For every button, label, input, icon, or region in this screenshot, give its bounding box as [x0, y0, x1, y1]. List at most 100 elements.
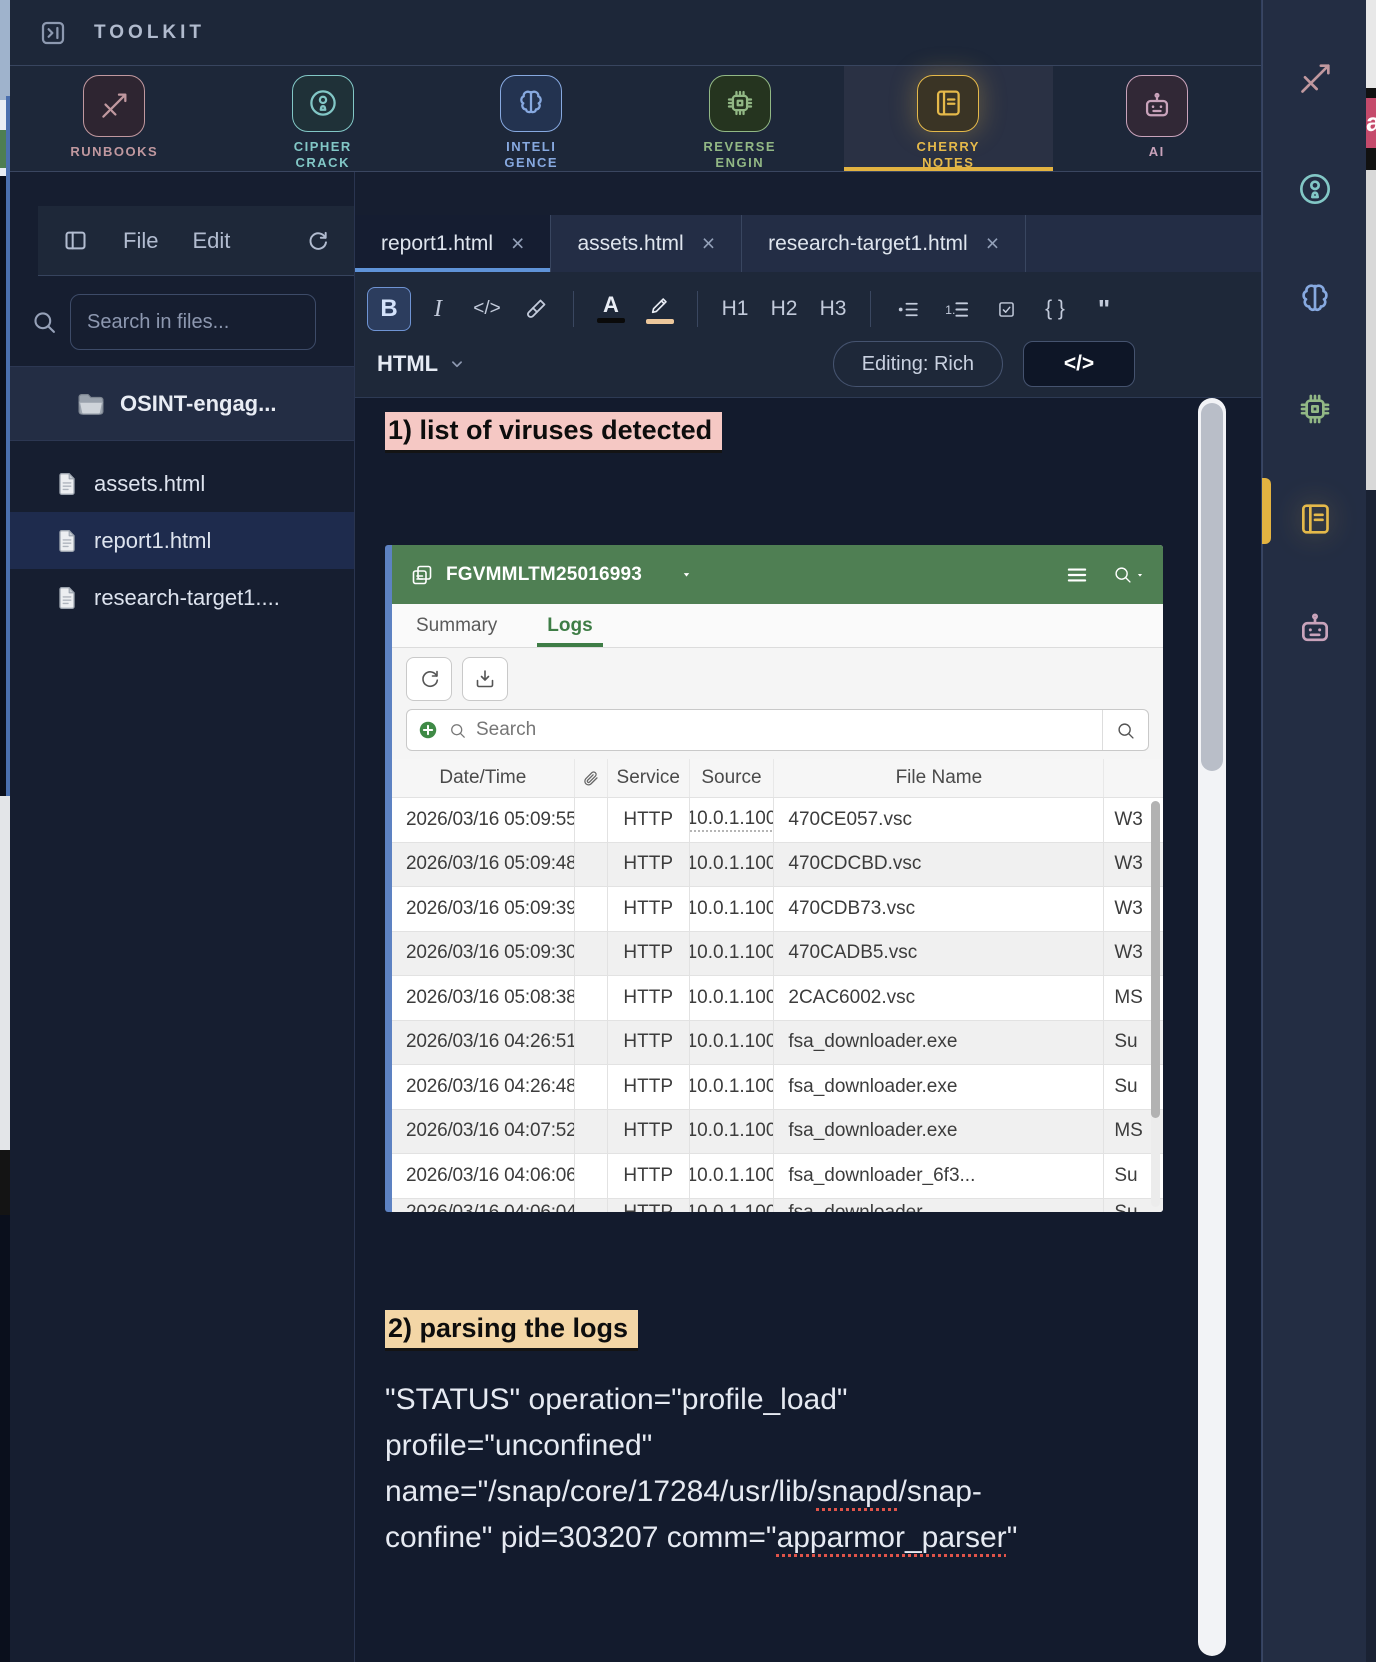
rail-item-inteligence[interactable] [1294, 278, 1336, 320]
rail-item-cipher-crack[interactable] [1294, 168, 1336, 210]
fortinet-tab-summary: Summary [412, 604, 501, 647]
brain-icon-card [500, 75, 562, 132]
rail-item-reverse-engin[interactable] [1294, 388, 1336, 430]
tool-tab-cherry-notes[interactable]: CHERRY NOTES [844, 66, 1053, 171]
bullet-list-button[interactable] [886, 287, 930, 331]
heading2-button[interactable]: H2 [762, 287, 806, 331]
cell-service: HTTP [608, 975, 690, 1020]
checklist-button[interactable] [984, 287, 1028, 331]
highlight-color-swatch [646, 319, 674, 324]
cell-filename: fsa_downloader.exe [774, 1109, 1104, 1154]
code-block-button[interactable]: { } [1033, 287, 1077, 331]
sidebar-toggle-icon[interactable] [38, 18, 68, 48]
refresh-button[interactable] [304, 228, 330, 254]
format-toolbar-row2: HTML Editing: Rich </> [367, 338, 1249, 390]
toolkit-panel: TOOLKIT RUNBOOKSCIPHER CRACKINTELI GENCE… [10, 0, 1262, 1662]
menu-file[interactable]: File [123, 228, 158, 254]
caret-down-icon [1135, 570, 1145, 580]
italic-button[interactable]: I [416, 287, 460, 331]
main-area: File Edit OSINT-engag... assets.htmlrepo… [10, 172, 1261, 1662]
inline-code-button[interactable]: </> [465, 287, 509, 331]
cell-service: HTTP [608, 797, 690, 842]
tab-assets-html[interactable]: assets.html× [551, 215, 742, 272]
logs-table-header: Date/TimeServiceSourceFile Name [392, 759, 1163, 797]
cell-datetime: 2026/03/16 05:09:39 [392, 886, 575, 931]
numbered-list-button[interactable]: 1. [935, 287, 979, 331]
chevron-down-icon [448, 355, 466, 373]
search-input[interactable] [70, 294, 316, 350]
right-rail [1262, 0, 1366, 1662]
tab-research-target1-html[interactable]: research-target1.html × [742, 215, 1026, 272]
close-tab-icon[interactable]: × [511, 230, 524, 257]
log-text-line: name="/snap/core/17284/usr/lib/snapd/sna… [385, 1469, 1125, 1515]
menu-edit[interactable]: Edit [192, 228, 230, 254]
file-item-research-target1-[interactable]: research-target1.... [10, 569, 354, 626]
editing-mode-pill[interactable]: Editing: Rich [833, 341, 1003, 387]
download-icon [473, 667, 497, 691]
sword-icon [97, 89, 131, 123]
keyhole-user-icon-card [292, 75, 354, 132]
quote-button[interactable]: " [1082, 287, 1126, 331]
text-color-swatch [597, 318, 625, 323]
cell-filename: fsa_downloader.exe [774, 1064, 1104, 1109]
heading1-button[interactable]: H1 [713, 287, 757, 331]
add-filter-icon [417, 719, 439, 741]
divider [870, 291, 871, 327]
tool-tab-label: CHERRY NOTES [917, 139, 980, 172]
editor: report1.html×assets.html×research-target… [355, 172, 1261, 1662]
fortinet-screenshot-image[interactable]: FGVMMLTM25016993 SummaryLogs [385, 545, 1163, 1212]
clear-format-button[interactable] [514, 287, 558, 331]
close-tab-icon[interactable]: × [702, 230, 715, 257]
scrollbar-thumb[interactable] [1201, 403, 1223, 771]
refresh-icon [417, 667, 441, 691]
spellcheck-underlined-word: snapd [817, 1475, 899, 1508]
log-text-segment: profile="unconfined" [385, 1429, 652, 1462]
numbered-list-icon: 1. [944, 296, 971, 323]
table-row: 2026/03/16 04:06:04HTTP10.0.1.100fsa_dow… [392, 1198, 1163, 1213]
file-search-row [30, 294, 354, 350]
document-canvas[interactable]: 1) list of viruses detected FGVMMLTM2501… [355, 398, 1261, 1662]
plus-circle-icon [417, 719, 439, 741]
language-mode-dropdown[interactable]: HTML [377, 351, 466, 377]
bold-button[interactable]: B [367, 287, 411, 331]
tool-tab-inteligence[interactable]: INTELI GENCE [427, 66, 636, 171]
tab-label: research-target1.html [768, 232, 968, 256]
rail-item-ai[interactable] [1294, 608, 1336, 650]
log-text-segment: /snap- [899, 1475, 982, 1508]
cell-attachment [575, 1198, 608, 1213]
text-color-button[interactable]: A [589, 287, 633, 331]
cell-datetime: 2026/03/16 04:26:51 [392, 1020, 575, 1065]
cell-source: 10.0.1.100 [690, 975, 775, 1020]
tool-tab-reverse-engin[interactable]: REVERSE ENGIN [636, 66, 845, 171]
code-view-button[interactable]: </> [1023, 341, 1135, 387]
tool-tab-cipher-crack[interactable]: CIPHER CRACK [219, 66, 428, 171]
file-item-report1-html[interactable]: report1.html [10, 512, 354, 569]
file-item-assets-html[interactable]: assets.html [10, 455, 354, 512]
editor-tabs: report1.html×assets.html×research-target… [355, 215, 1261, 272]
fortinet-tab-bar: SummaryLogs [392, 604, 1163, 648]
table-row: 2026/03/16 05:09:55HTTP10.0.1.100470CE05… [392, 797, 1163, 842]
cell-source: 10.0.1.100 [690, 1020, 775, 1065]
table-row: 2026/03/16 05:09:48HTTP10.0.1.100470CDCB… [392, 842, 1163, 887]
paperclip-icon [581, 769, 600, 788]
panel-toggle-icon[interactable] [62, 227, 89, 254]
explorer-menu-bar: File Edit [38, 206, 354, 276]
cell-source: 10.0.1.100 [690, 797, 775, 842]
table-row: 2026/03/16 04:26:48HTTP10.0.1.100fsa_dow… [392, 1064, 1163, 1109]
tool-tab-ai[interactable]: AI [1053, 66, 1262, 171]
log-text-segment: name="/snap/core/17284/usr/lib/ [385, 1475, 817, 1508]
tool-tab-runbooks[interactable]: RUNBOOKS [10, 66, 219, 171]
cell-filename: 470CDCBD.vsc [774, 842, 1104, 887]
rail-item-runbooks[interactable] [1294, 58, 1336, 100]
format-toolbar: B I </> A H1 H2 H3 1. [355, 272, 1261, 398]
rail-item-cherry-notes[interactable] [1294, 498, 1336, 540]
content-scrollbar[interactable] [1198, 398, 1226, 1656]
highlight-color-button[interactable] [638, 287, 682, 331]
cell-service: HTTP [608, 931, 690, 976]
heading3-button[interactable]: H3 [811, 287, 855, 331]
search-icon [1112, 564, 1133, 585]
tab-report1-html[interactable]: report1.html× [355, 215, 551, 272]
folder-row[interactable]: OSINT-engag... [10, 367, 354, 441]
close-tab-icon[interactable]: × [986, 230, 999, 257]
cell-datetime: 2026/03/16 05:08:38 [392, 975, 575, 1020]
